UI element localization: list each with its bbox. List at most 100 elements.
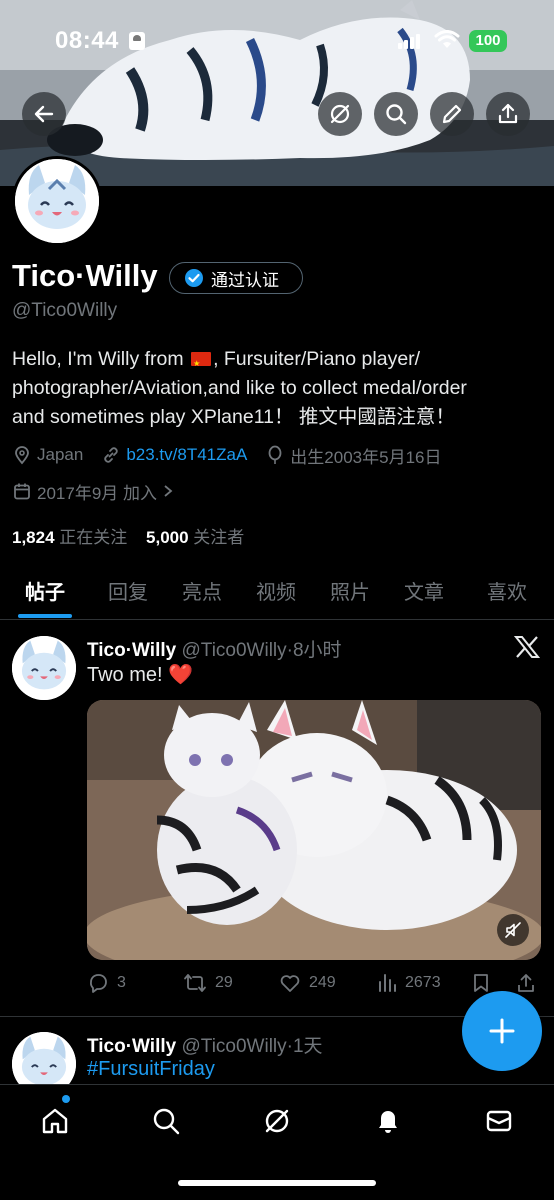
verified-label: 通过认证: [211, 270, 279, 290]
status-bar: 08:44 100: [0, 0, 554, 84]
search-button[interactable]: [374, 92, 418, 136]
wifi-icon: [434, 30, 460, 48]
home-indicator: [178, 1180, 376, 1186]
profile-display-name: Tico·Willy: [12, 258, 158, 293]
website-link[interactable]: b23.tv/8T41ZaA: [126, 445, 247, 465]
heart-icon: [280, 975, 300, 992]
joined-row: 2017年9月 加入: [12, 479, 192, 503]
x-logo-icon: [514, 636, 540, 658]
bio-text-after-flag: , Fursuiter/Piano player/: [213, 348, 421, 370]
tab-highlights[interactable]: 亮点: [182, 576, 222, 605]
messages-icon: [486, 1110, 512, 1132]
battery-indicator: 100: [469, 30, 507, 52]
reply-button[interactable]: 3: [87, 972, 126, 994]
share-icon: [498, 103, 518, 124]
edit-button[interactable]: [430, 92, 474, 136]
profile-bio: Hello, I'm Willy from , Fursuiter/Piano …: [12, 345, 542, 432]
bio-line-1: Hello, I'm Willy from , Fursuiter/Piano …: [12, 345, 542, 378]
tab-articles[interactable]: 文章: [404, 576, 444, 605]
location-item: Japan: [12, 445, 83, 465]
home-icon: [42, 1108, 68, 1134]
share-button[interactable]: [486, 92, 530, 136]
balloon-icon: [268, 445, 282, 464]
post-video[interactable]: [87, 700, 541, 960]
post-share-button[interactable]: [515, 972, 537, 994]
profile-meta-row: Japan b23.tv/8T41ZaA 出生2003年5月16日: [12, 443, 459, 467]
like-count: 249: [309, 974, 336, 991]
joined-text: 2017年9月 加入: [37, 483, 157, 503]
home-notification-dot: [62, 1095, 70, 1103]
tab-posts[interactable]: 帖子: [25, 576, 65, 605]
location-pin-icon: [15, 446, 29, 465]
repost-button[interactable]: 29: [183, 972, 233, 994]
grok-button[interactable]: [318, 92, 362, 136]
views-count: 2673: [405, 974, 441, 991]
followers-label: 关注者: [193, 528, 245, 547]
china-flag-icon: [191, 349, 212, 378]
video-thumbnail: [87, 700, 541, 960]
post-handle-time: @Tico0Willy·8小时: [181, 640, 342, 661]
nav-notifications[interactable]: [368, 1101, 408, 1141]
joined-item: 2017年9月 加入: [12, 479, 174, 504]
tab-photos[interactable]: 照片: [330, 576, 370, 605]
avatar-image: [12, 636, 76, 700]
tab-likes[interactable]: 喜欢: [487, 576, 527, 605]
like-button[interactable]: 249: [279, 972, 336, 994]
id-card-icon: [129, 32, 145, 50]
bookmark-button[interactable]: [471, 972, 491, 994]
nav-search[interactable]: [146, 1101, 186, 1141]
profile-handle: @Tico0Willy: [12, 300, 118, 321]
nav-messages[interactable]: [479, 1101, 519, 1141]
muted-speaker-icon: [505, 922, 521, 938]
repost-count: 29: [215, 974, 233, 991]
edit-icon: [442, 104, 462, 124]
bookmark-icon: [474, 974, 488, 992]
birthday-text: 出生2003年5月16日: [290, 447, 442, 467]
search-icon: [153, 1108, 180, 1135]
plus-icon: [489, 1018, 515, 1044]
location-text: Japan: [37, 445, 84, 464]
status-time: 08:44: [55, 27, 119, 54]
follow-stats: 1,824 正在关注 5,000 关注者: [12, 523, 258, 548]
bio-text-before-flag: Hello, I'm Willy from: [12, 348, 190, 370]
post-text: Two me! ❤️: [87, 664, 194, 686]
reply-count: 3: [117, 974, 126, 991]
tab-replies[interactable]: 回复: [108, 576, 148, 605]
back-button[interactable]: [22, 92, 66, 136]
active-tab-indicator: [18, 614, 72, 618]
nav-grok[interactable]: [257, 1101, 297, 1141]
post-author-name: Tico·Willy: [87, 1036, 177, 1057]
verified-check-icon: [185, 269, 203, 287]
compose-post-button[interactable]: [462, 991, 542, 1071]
tab-videos[interactable]: 视频: [256, 576, 296, 605]
link-icon: [104, 447, 119, 463]
calendar-icon: [14, 483, 30, 500]
views-button[interactable]: 2673: [377, 972, 441, 994]
nav-home[interactable]: [35, 1101, 75, 1141]
verified-badge-button[interactable]: 通过认证: [169, 262, 303, 294]
views-chart-icon: [379, 974, 396, 992]
repost-icon: [184, 974, 206, 992]
birthday-item: 出生2003年5月16日: [265, 443, 441, 468]
following-count: 1,824: [12, 528, 55, 547]
followers-stat[interactable]: 5,000 关注者: [146, 528, 244, 547]
profile-avatar[interactable]: [12, 156, 102, 246]
followers-count: 5,000: [146, 528, 189, 547]
share-icon: [518, 974, 534, 992]
post-hashtag[interactable]: #FursuitFriday: [87, 1058, 215, 1081]
notifications-icon: [379, 1111, 397, 1133]
avatar-image: [15, 159, 99, 243]
chevron-right-icon[interactable]: [162, 484, 174, 498]
profile-tabs: 帖子 回复 亮点 视频 照片 文章 喜欢: [0, 566, 554, 620]
grok-icon: [330, 104, 350, 124]
post-author-name: Tico·Willy: [87, 640, 177, 661]
following-stat[interactable]: 1,824 正在关注: [12, 528, 127, 547]
post-header[interactable]: Tico·Willy @Tico0Willy·8小时: [87, 635, 342, 662]
post-handle-time: @Tico0Willy·1天: [181, 1036, 323, 1057]
mute-button[interactable]: [497, 914, 529, 946]
website-item[interactable]: b23.tv/8T41ZaA: [101, 445, 247, 465]
post-avatar[interactable]: [12, 636, 76, 700]
search-icon: [386, 104, 407, 125]
post-header[interactable]: Tico·Willy @Tico0Willy·1天: [87, 1031, 323, 1058]
following-label: 正在关注: [59, 528, 128, 547]
